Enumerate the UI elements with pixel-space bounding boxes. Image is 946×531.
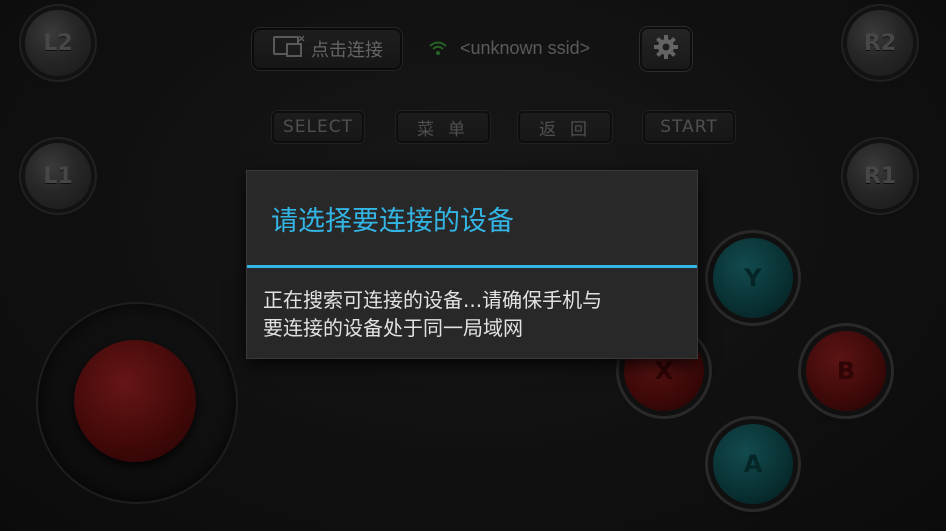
dialog-message-line2: 要连接的设备处于同一局域网 (263, 316, 523, 340)
dialog-title: 请选择要连接的设备 (271, 206, 514, 237)
device-select-dialog: 请选择要连接的设备 正在搜索可连接的设备...请确保手机与 要连接的设备处于同一… (247, 171, 697, 358)
dialog-message: 正在搜索可连接的设备...请确保手机与 要连接的设备处于同一局域网 (263, 286, 683, 342)
dialog-message-line1: 正在搜索可连接的设备...请确保手机与 (263, 288, 603, 312)
dialog-divider (247, 265, 697, 268)
